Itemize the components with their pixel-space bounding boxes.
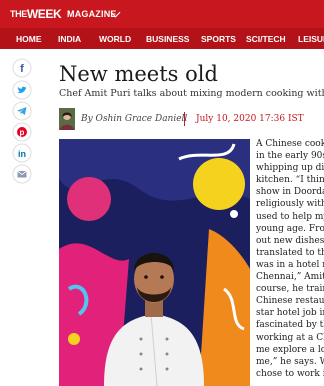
body-line: working at a Chin (256, 332, 324, 343)
nav-item-scitech[interactable]: SCI/TECH (246, 34, 286, 44)
body-line: whipping up diff (256, 163, 324, 174)
body-line: me,” he says. Wh (256, 356, 324, 367)
magazine-menu-label[interactable]: MAGAZINE (67, 9, 117, 19)
chef-photo (59, 139, 250, 386)
article-title: New meets old (59, 62, 218, 86)
body-line: Chennai,” Amit sa (256, 272, 324, 283)
body-line: out new dishes o (256, 235, 324, 246)
email-icon[interactable] (12, 164, 32, 184)
body-line: chose to work in (256, 368, 324, 379)
linkedin-icon[interactable]: in (12, 143, 32, 163)
site-logo[interactable]: THEWEEK (10, 7, 62, 21)
svg-text:p: p (20, 128, 25, 137)
body-line: fascinated by the (256, 320, 324, 331)
top-bar: THEWEEK MAGAZINE (0, 0, 324, 28)
body-line: show in Doordar (256, 187, 324, 198)
telegram-icon[interactable] (12, 101, 32, 121)
facebook-icon[interactable]: f (12, 58, 32, 78)
logo-the: THE (10, 9, 27, 19)
article-author[interactable]: By Oshin Grace Daniell (81, 114, 187, 124)
body-line: was in a hotel ma (256, 259, 324, 270)
article-body: A Chinese cooker in the early 90s, i whi… (256, 138, 324, 380)
article-subtitle: Chef Amit Puri talks about mixing modern… (59, 88, 324, 99)
nav-item-home[interactable]: HOME (16, 34, 42, 44)
body-line: Chinese restaura (256, 296, 324, 307)
twitter-icon[interactable] (12, 80, 32, 100)
nav-item-business[interactable]: BUSINESS (146, 34, 189, 44)
body-line: course, he trainec (256, 284, 324, 295)
body-line: star hotel job in B (256, 308, 324, 319)
nav-item-sports[interactable]: SPORTS (201, 34, 236, 44)
pinterest-icon[interactable]: p (12, 122, 32, 142)
svg-text:f: f (20, 63, 24, 75)
nav-item-world[interactable]: WORLD (99, 34, 131, 44)
body-line: me explore a lot c (256, 344, 324, 355)
body-line: A Chinese cooker (256, 139, 324, 149)
article-date: July 10, 2020 17:36 IST (196, 114, 304, 124)
body-line: kitchen. “I think t (256, 175, 324, 186)
body-line: young age. From (256, 223, 324, 234)
section-nav: HOME INDIA WORLD BUSINESS SPORTS SCI/TEC… (0, 28, 324, 49)
nav-item-india[interactable]: INDIA (58, 34, 81, 44)
body-line: religiously with m (256, 199, 324, 210)
author-avatar[interactable] (59, 108, 75, 130)
body-line: translated to the (256, 247, 324, 258)
svg-text:in: in (18, 149, 26, 159)
byline-divider (184, 112, 185, 126)
logo-week: WEEK (26, 7, 62, 21)
body-line: in the early 90s, i (256, 151, 324, 162)
body-line: used to help my p (256, 211, 324, 222)
nav-item-leisure[interactable]: LEISURE (298, 34, 324, 44)
